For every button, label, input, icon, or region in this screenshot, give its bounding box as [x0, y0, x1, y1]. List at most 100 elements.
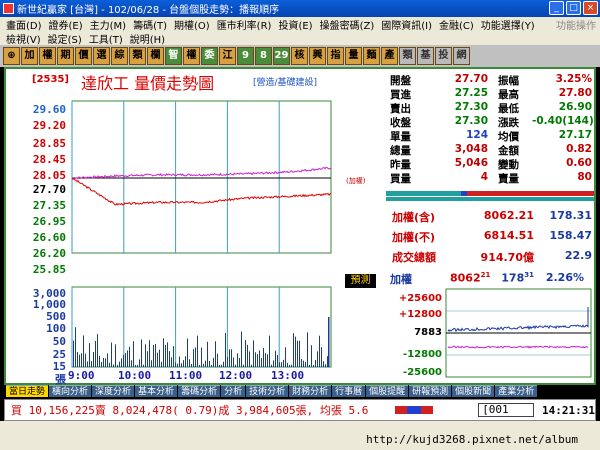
- tab-5[interactable]: 分析: [221, 385, 246, 397]
- toolbar-button-11[interactable]: 委: [201, 47, 218, 65]
- market-code-field[interactable]: [001: [478, 403, 535, 417]
- toolbar-button-20[interactable]: 麵: [363, 47, 380, 65]
- volume-bar: [191, 363, 192, 367]
- volume-bar: [273, 360, 274, 367]
- volume-bar: [95, 340, 96, 367]
- time-tick: 9:00: [68, 369, 95, 382]
- toolbar-button-0[interactable]: ⊕: [3, 47, 20, 65]
- volume-bar: [209, 361, 210, 367]
- menu-item-row2-1[interactable]: 設定(S): [48, 31, 82, 46]
- volume-bar: [275, 350, 276, 367]
- tab-7[interactable]: 財務分析: [289, 385, 332, 397]
- toolbar-button-9[interactable]: 智: [165, 47, 182, 65]
- volume-bar: [187, 338, 188, 367]
- index-value-2: 22.9: [564, 249, 592, 262]
- volume-bar: [213, 357, 214, 367]
- volume-bar: [227, 357, 228, 367]
- tab-2[interactable]: 深度分析: [92, 385, 135, 397]
- volume-bar: [291, 364, 292, 367]
- volume-bar: [107, 353, 108, 367]
- volume-bar: [151, 360, 152, 367]
- toolbar-button-6[interactable]: 綜: [111, 47, 128, 65]
- menu-item-function[interactable]: 功能操作: [556, 17, 596, 32]
- volume-bar: [169, 351, 170, 367]
- tab-10[interactable]: 研報預測: [409, 385, 452, 397]
- menu-item-7[interactable]: 操盤密碼(Z): [320, 17, 375, 32]
- quote-key: 振幅: [498, 75, 519, 87]
- trade-summary: 買 10,156,225賣 8,024,478( 0.79)成 3,984,60…: [11, 404, 369, 417]
- tab-4[interactable]: 籌碼分析: [178, 385, 221, 397]
- toolbar-button-15[interactable]: 29: [273, 47, 290, 65]
- volume-bar: [267, 354, 268, 367]
- volume-bar: [179, 356, 180, 367]
- volume-bar: [229, 349, 230, 367]
- volume-bar: [257, 354, 258, 367]
- toolbar-button-7[interactable]: 類: [129, 47, 146, 65]
- toolbar-button-8[interactable]: 欄: [147, 47, 164, 65]
- toolbar-button-18[interactable]: 指: [327, 47, 344, 65]
- tab-11[interactable]: 個股新聞: [452, 385, 495, 397]
- price-tick: 28.45: [32, 153, 66, 166]
- menu-item-2[interactable]: 主力(M): [90, 17, 126, 32]
- volume-bar: [141, 339, 142, 367]
- index-mini-ref-line: [447, 345, 589, 349]
- menu-item-row2-0[interactable]: 檢視(V): [6, 31, 41, 46]
- volume-bar: [305, 361, 306, 367]
- volume-bar: [167, 342, 168, 367]
- toolbar-button-22[interactable]: 類: [399, 47, 416, 65]
- index-pct: 2.26%: [545, 271, 584, 284]
- tab-9[interactable]: 個股提醒: [366, 385, 409, 397]
- volume-bar: [119, 361, 120, 367]
- toolbar-button-1[interactable]: 加: [21, 47, 38, 65]
- toolbar-button-14[interactable]: 8: [255, 47, 272, 65]
- toolbar-button-23[interactable]: 基: [417, 47, 434, 65]
- toolbar-button-4[interactable]: 價: [75, 47, 92, 65]
- menu-item-9[interactable]: 金融(C): [439, 17, 474, 32]
- tab-3[interactable]: 基本分析: [135, 385, 178, 397]
- toolbar-button-10[interactable]: 權: [183, 47, 200, 65]
- toolbar-button-21[interactable]: 產: [381, 47, 398, 65]
- volume-bar: [235, 364, 236, 367]
- menu-item-6[interactable]: 投資(E): [278, 17, 312, 32]
- toolbar-button-24[interactable]: 投: [435, 47, 452, 65]
- toolbar-button-2[interactable]: 權: [39, 47, 56, 65]
- toolbar-button-16[interactable]: 核: [291, 47, 308, 65]
- tab-6[interactable]: 技術分析: [246, 385, 289, 397]
- quote-key: 買進: [390, 89, 411, 101]
- minimize-icon[interactable]: _: [549, 1, 564, 15]
- toolbar-button-13[interactable]: 9: [237, 47, 254, 65]
- menu-item-5[interactable]: 匯市利率(R): [217, 17, 272, 32]
- forecast-button[interactable]: 預測: [345, 274, 376, 288]
- price-volume-chart: [2535] 達欣工 量價走勢圖 [營造/基礎建設] (加權) 預測 29.60…: [6, 69, 384, 386]
- close-icon[interactable]: ×: [583, 1, 598, 15]
- tab-12[interactable]: 產業分析: [495, 385, 538, 397]
- volume-bar: [123, 355, 124, 367]
- menu-item-row2-2[interactable]: 工具(T): [89, 31, 123, 46]
- tab-1[interactable]: 橫向分析: [49, 385, 92, 397]
- maximize-icon[interactable]: □: [566, 1, 581, 15]
- menu-item-0[interactable]: 畫面(D): [6, 17, 42, 32]
- volume-bar: [219, 364, 220, 367]
- volume-bar: [223, 361, 224, 367]
- menu-item-4[interactable]: 期權(O): [174, 17, 210, 32]
- menu-item-10[interactable]: 功能選擇(Y): [481, 17, 535, 32]
- toolbar-button-12[interactable]: 江: [219, 47, 236, 65]
- index-mini-tick: 7883: [414, 327, 442, 338]
- tab-8[interactable]: 行事曆: [332, 385, 366, 397]
- price-tick: 28.85: [32, 137, 66, 150]
- menu-item-8[interactable]: 國際資訊(I): [381, 17, 432, 32]
- menu-item-3[interactable]: 籌碼(T): [133, 17, 167, 32]
- volume-bar: [301, 358, 302, 367]
- toolbar-button-19[interactable]: 量: [345, 47, 362, 65]
- toolbar-button-3[interactable]: 期: [57, 47, 74, 65]
- menu-item-1[interactable]: 證券(E): [49, 17, 83, 32]
- volume-bar: [115, 344, 116, 367]
- title-bar: 新世紀贏家 [台灣] - 102/06/28 - 台盤個股走勢：播報順序 _ □…: [0, 0, 600, 17]
- tab-0[interactable]: 當日走勢: [6, 385, 49, 397]
- toolbar-button-5[interactable]: 選: [93, 47, 110, 65]
- quote-key: 均價: [498, 131, 519, 143]
- toolbar-button-25[interactable]: 網: [453, 47, 470, 65]
- volume-bar: [171, 357, 172, 367]
- toolbar-button-17[interactable]: 興: [309, 47, 326, 65]
- menu-item-row2-3[interactable]: 說明(H): [130, 31, 165, 46]
